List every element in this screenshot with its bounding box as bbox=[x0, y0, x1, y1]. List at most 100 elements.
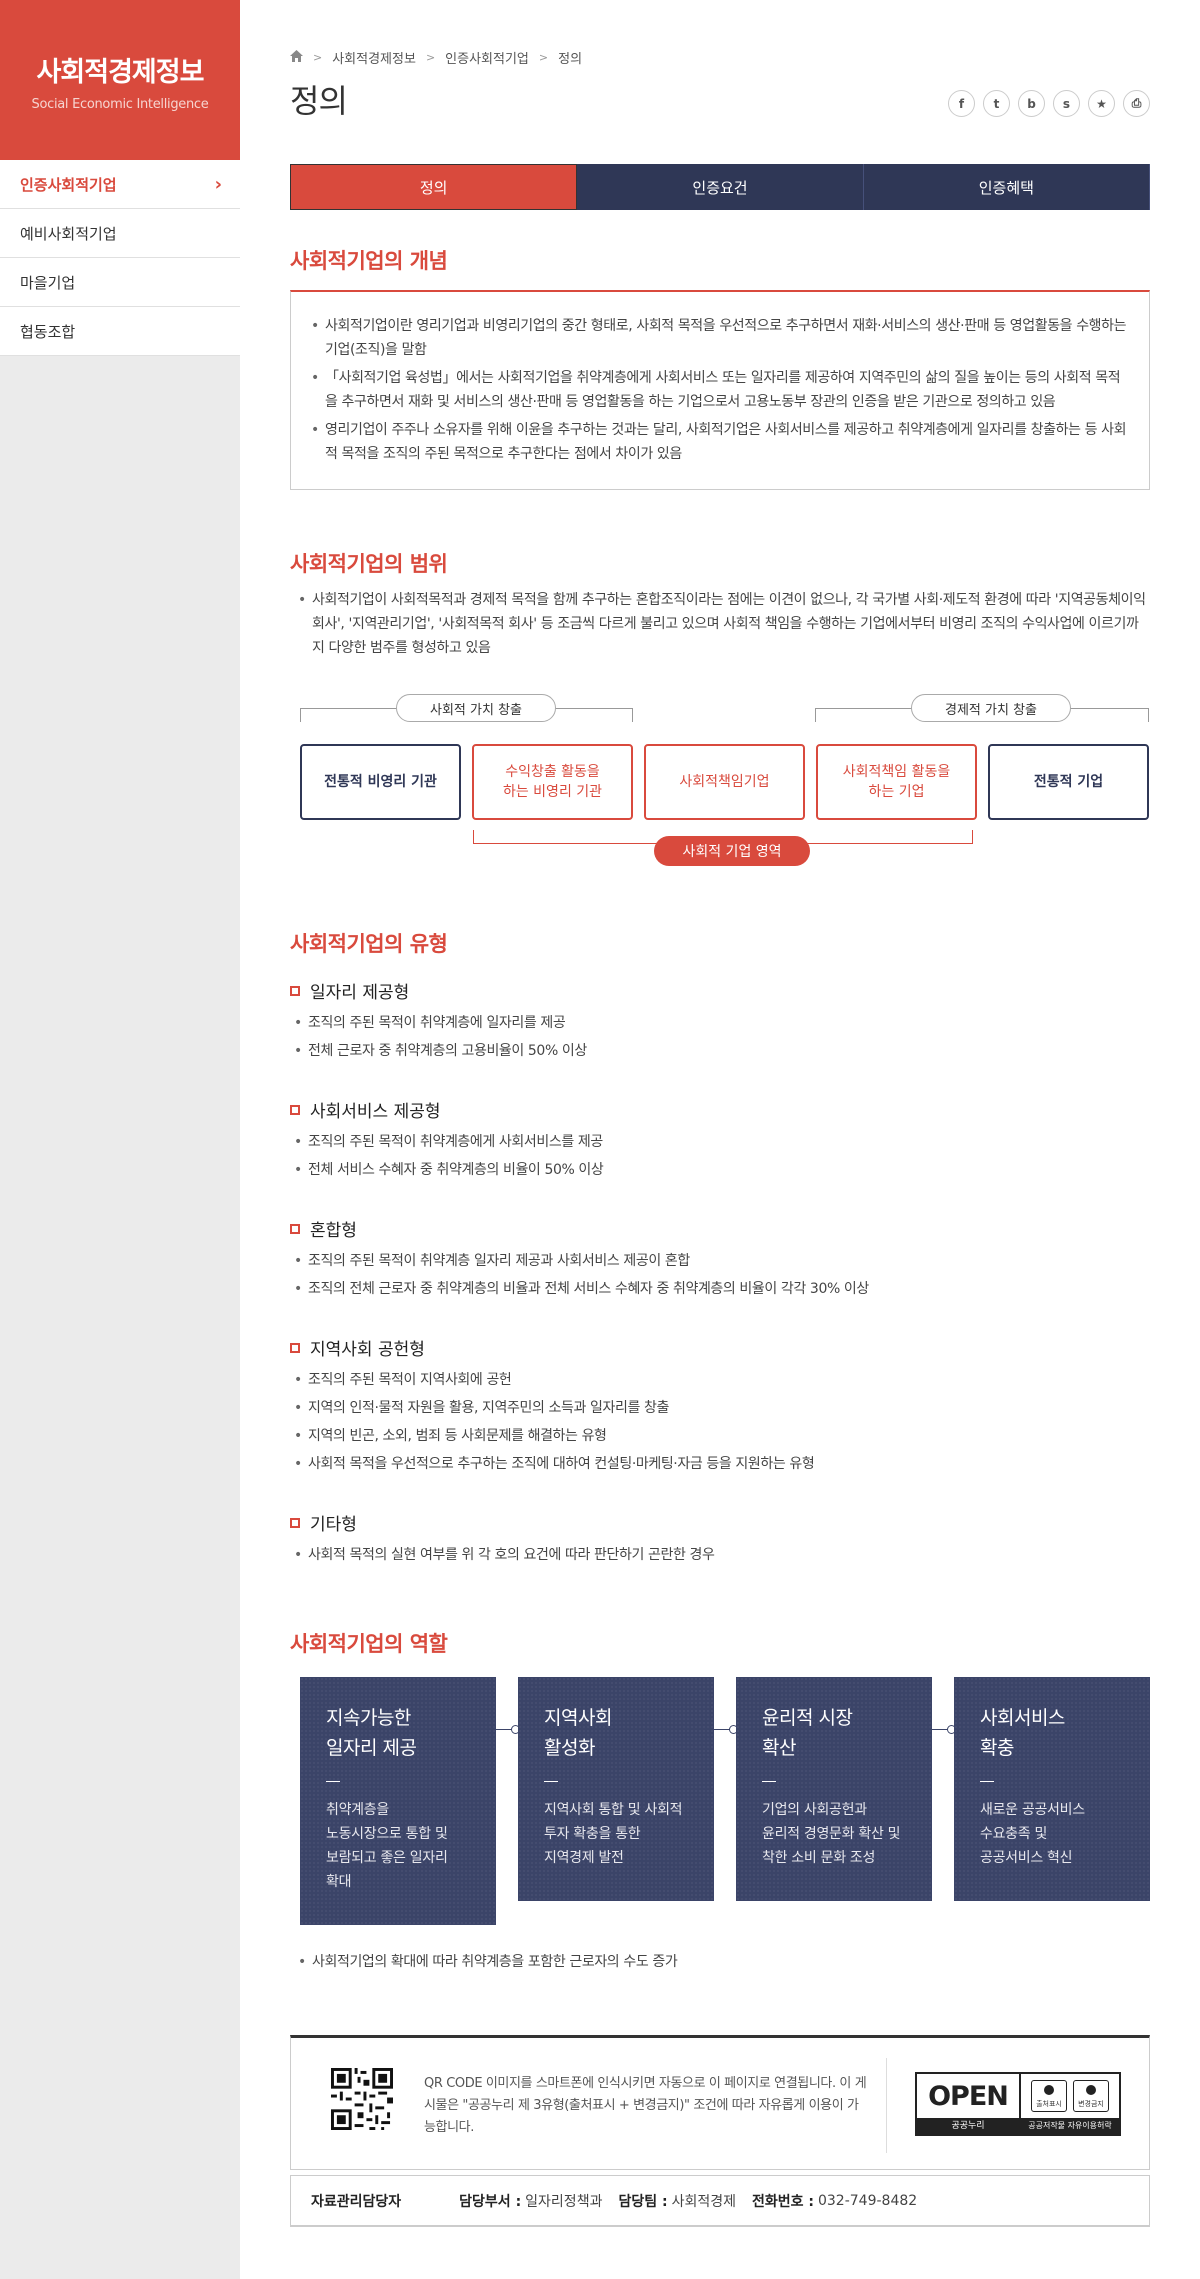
type-heading-label: 혼합형 bbox=[310, 1221, 357, 1241]
brand-subtitle: Social Economic Intelligence bbox=[31, 97, 209, 112]
role-divider bbox=[980, 1781, 994, 1782]
section-title-types: 사회적기업의 유형 bbox=[290, 932, 448, 956]
team-value: 사회적경제 bbox=[671, 2193, 736, 2210]
concept-item: 영리기업이 주주나 소유자를 위해 이윤을 추구하는 것과는 달리, 사회적기업… bbox=[311, 418, 1129, 466]
role-desc: 지역사회 통합 및 사회적 투자 확충을 통한 지역경제 발전 bbox=[544, 1802, 683, 1866]
sidebar-item-cooperative[interactable]: 협동조합 bbox=[0, 307, 240, 356]
team-label: 담당팀 : bbox=[618, 2193, 668, 2210]
list-item: 사회적기업의 확대에 따라 취약계층을 포함한 근로자의 수도 증가 bbox=[298, 1950, 1148, 1974]
facebook-icon[interactable]: f bbox=[948, 90, 975, 117]
scope-box-csr-company: 사회적책임 활동을 하는 기업 bbox=[816, 744, 977, 820]
type-list: 조직의 주된 목적이 취약계층 일자리 제공과 사회서비스 제공이 혼합 조직의… bbox=[294, 1251, 1144, 1307]
role-card: 윤리적 시장 확산 기업의 사회공헌과 윤리적 경영문화 확산 및 착한 소비 … bbox=[736, 1677, 932, 1901]
type-heading: 사회서비스 제공형 bbox=[290, 1097, 441, 1122]
bookmark-icon[interactable]: ★ bbox=[1088, 90, 1115, 117]
divider bbox=[886, 2058, 887, 2153]
section-title-scope: 사회적기업의 범위 bbox=[290, 552, 448, 576]
tab-requirements[interactable]: 인증요건 bbox=[577, 164, 864, 210]
license-sub: 공공저작물 자유이용허락 bbox=[1021, 2118, 1119, 2134]
square-bullet-icon bbox=[290, 1342, 300, 1353]
data-manager-info: 자료관리담당자 담당부서 : 일자리정책과 담당팀 : 사회적경제 전화번호 :… bbox=[290, 2175, 1150, 2227]
twitter-icon[interactable]: t bbox=[983, 90, 1010, 117]
breadcrumb-item-current: 정의 bbox=[558, 52, 583, 67]
type-list: 조직의 주된 목적이 취약계층에 일자리를 제공 전체 근로자 중 취약계층의 … bbox=[294, 1013, 1144, 1069]
list-item: 사회적 목적의 실현 여부를 위 각 호의 요건에 따라 판단하기 곤란한 경우 bbox=[294, 1545, 1144, 1565]
type-heading: 기타형 bbox=[290, 1510, 357, 1535]
role-note: 사회적기업의 확대에 따라 취약계층을 포함한 근로자의 수도 증가 bbox=[298, 1950, 1148, 1978]
dept-label: 담당부서 : bbox=[459, 2193, 522, 2210]
qr-description: QR CODE 이미지를 스마트폰에 인식시키면 자동으로 이 페이지로 연결됩… bbox=[424, 2076, 867, 2135]
breadcrumb-item[interactable]: 인증사회적기업 bbox=[445, 48, 529, 67]
phone-value: 032-749-8482 bbox=[817, 2192, 918, 2209]
type-list: 사회적 목적의 실현 여부를 위 각 호의 요건에 따라 판단하기 곤란한 경우 bbox=[294, 1545, 1144, 1573]
sidebar-item-certified[interactable]: 인증사회적기업 › bbox=[0, 160, 240, 209]
concept-box: 사회적기업이란 영리기업과 비영리기업의 중간 형태로, 사회적 목적을 우선적… bbox=[290, 290, 1150, 490]
tab-definition[interactable]: 정의 bbox=[290, 164, 578, 210]
list-item: 전체 서비스 수혜자 중 취약계층의 비율이 50% 이상 bbox=[294, 1160, 1144, 1180]
no-derivatives-icon: 변경금지 bbox=[1073, 2080, 1109, 2112]
square-bullet-icon bbox=[290, 1517, 300, 1528]
role-divider bbox=[544, 1781, 558, 1782]
section-title-roles: 사회적기업의 역할 bbox=[290, 1632, 448, 1656]
print-icon[interactable]: ⎙ bbox=[1123, 90, 1150, 117]
list-item: 지역의 인적·물적 자원을 활용, 지역주민의 소득과 일자리를 창출 bbox=[294, 1398, 1144, 1418]
square-bullet-icon bbox=[290, 1223, 300, 1234]
scope-item: 사회적기업이 사회적목적과 경제적 목적을 함께 추구하는 혼합조직이라는 점에… bbox=[298, 588, 1148, 660]
qr-license-box: QR CODE 이미지를 스마트폰에 인식시키면 자동으로 이 페이지로 연결됩… bbox=[290, 2035, 1150, 2170]
list-item: 조직의 전체 근로자 중 취약계층의 비율과 전체 서비스 수혜자 중 취약계층… bbox=[294, 1279, 1144, 1299]
type-heading-label: 일자리 제공형 bbox=[310, 983, 410, 1003]
sidebar-item-village[interactable]: 마을기업 bbox=[0, 258, 240, 307]
role-desc: 기업의 사회공헌과 윤리적 경영문화 확산 및 착한 소비 문화 조성 bbox=[762, 1802, 901, 1866]
license-conditions: 출처표시 변경금지 공공저작물 자유이용허락 bbox=[1021, 2074, 1119, 2134]
sidebar-item-label: 인증사회적기업 bbox=[20, 175, 117, 194]
scope-description: 사회적기업이 사회적목적과 경제적 목적을 함께 추구하는 혼합조직이라는 점에… bbox=[298, 588, 1148, 664]
breadcrumb-item[interactable]: 사회적경제정보 bbox=[332, 48, 416, 67]
chevron-right-icon: › bbox=[214, 173, 222, 195]
concept-item: 「사회적기업 육성법」에서는 사회적기업을 취약계층에게 사회서비스 또는 일자… bbox=[311, 366, 1129, 414]
phone-label: 전화번호 : bbox=[751, 2193, 814, 2210]
open-license-badge[interactable]: OPEN 공공누리 출처표시 변경금지 공공저작물 자유이용허락 bbox=[915, 2072, 1121, 2136]
role-card: 지역사회 활성화 지역사회 통합 및 사회적 투자 확충을 통한 지역경제 발전 bbox=[518, 1677, 714, 1901]
social-enterprise-area-pill: 사회적 기업 영역 bbox=[654, 836, 810, 866]
scope-box-social-responsibility: 사회적책임기업 bbox=[644, 744, 805, 820]
manager-label: 자료관리담당자 bbox=[311, 2193, 402, 2210]
role-title: 사회서비스 확충 bbox=[980, 1707, 1065, 1759]
role-desc: 새로운 공공서비스 수요충족 및 공공서비스 혁신 bbox=[980, 1802, 1085, 1866]
list-item: 조직의 주된 목적이 지역사회에 공헌 bbox=[294, 1370, 1144, 1390]
blog-icon[interactable]: b bbox=[1018, 90, 1045, 117]
type-heading-label: 기타형 bbox=[310, 1515, 357, 1535]
sidebar-item-label: 예비사회적기업 bbox=[20, 224, 117, 243]
scope-box-revenue-nonprofit: 수익창출 활동을 하는 비영리 기관 bbox=[472, 744, 633, 820]
breadcrumb-separator-icon: > bbox=[313, 51, 323, 64]
type-list: 조직의 주된 목적이 취약계층에게 사회서비스를 제공 전체 서비스 수혜자 중… bbox=[294, 1132, 1144, 1188]
breadcrumb-separator-icon: > bbox=[425, 51, 436, 64]
list-item: 조직의 주된 목적이 취약계층 일자리 제공과 사회서비스 제공이 혼합 bbox=[294, 1251, 1144, 1271]
open-logo: OPEN 공공누리 bbox=[917, 2074, 1021, 2134]
sidebar: 사회적경제정보 Social Economic Intelligence 인증사… bbox=[0, 0, 240, 2279]
type-list: 조직의 주된 목적이 지역사회에 공헌 지역의 인적·물적 자원을 활용, 지역… bbox=[294, 1370, 1144, 1482]
type-heading: 지역사회 공헌형 bbox=[290, 1335, 425, 1360]
open-logo-word: OPEN bbox=[928, 2080, 1009, 2112]
type-heading-label: 사회서비스 제공형 bbox=[310, 1102, 441, 1122]
list-item: 전체 근로자 중 취약계층의 고용비율이 50% 이상 bbox=[294, 1041, 1144, 1061]
list-item: 조직의 주된 목적이 취약계층에게 사회서비스를 제공 bbox=[294, 1132, 1144, 1152]
attribution-icon: 출처표시 bbox=[1031, 2080, 1067, 2112]
scope-box-traditional-nonprofit: 전통적 비영리 기관 bbox=[300, 744, 461, 820]
story-icon[interactable]: s bbox=[1053, 90, 1080, 117]
home-icon[interactable] bbox=[290, 49, 303, 66]
tab-bar: 정의 인증요건 인증혜택 bbox=[290, 164, 1150, 210]
role-desc: 취약계층을 노동시장으로 통합 및 보람되고 좋은 일자리 확대 bbox=[326, 1802, 448, 1890]
social-value-pill: 사회적 가치 창출 bbox=[396, 694, 556, 722]
sidebar-item-preliminary[interactable]: 예비사회적기업 bbox=[0, 209, 240, 258]
license-icons: 출처표시 변경금지 bbox=[1021, 2074, 1119, 2118]
side-menu: 인증사회적기업 › 예비사회적기업 마을기업 협동조합 bbox=[0, 160, 240, 356]
square-bullet-icon bbox=[290, 985, 300, 996]
page-title: 정의 bbox=[290, 82, 348, 120]
concept-item: 사회적기업이란 영리기업과 비영리기업의 중간 형태로, 사회적 목적을 우선적… bbox=[311, 314, 1129, 362]
qr-code-icon bbox=[331, 2068, 393, 2130]
tab-benefits[interactable]: 인증혜택 bbox=[863, 164, 1150, 210]
role-card: 사회서비스 확충 새로운 공공서비스 수요충족 및 공공서비스 혁신 bbox=[954, 1677, 1150, 1901]
section-title-concept: 사회적기업의 개념 bbox=[290, 249, 448, 273]
type-heading: 혼합형 bbox=[290, 1216, 357, 1241]
type-heading: 일자리 제공형 bbox=[290, 978, 409, 1003]
